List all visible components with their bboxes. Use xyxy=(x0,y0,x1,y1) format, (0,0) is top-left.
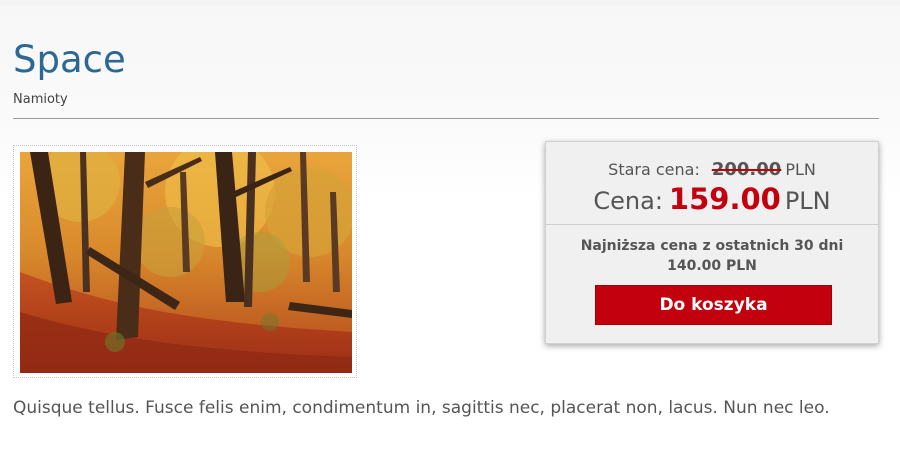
lowest-price-value: 140.00 PLN xyxy=(667,258,757,274)
price-box: Stara cena: 200.00 PLN Cena: 159.00 PLN Najn… xyxy=(545,141,879,344)
header-divider xyxy=(13,118,879,119)
price-currency: PLN xyxy=(784,187,831,215)
product-image[interactable] xyxy=(20,152,352,373)
lowest-price-text: Najniższa cena z ostatnich 30 dni xyxy=(580,238,844,254)
price-value: 159.00 xyxy=(668,182,781,216)
add-to-cart-button[interactable]: Do koszyka xyxy=(595,285,832,325)
product-page: Space Namioty Stara cena: 200.00 PLN Cen… xyxy=(0,0,900,455)
price-label: Cena: xyxy=(593,187,663,215)
old-price-label: Stara cena: xyxy=(608,160,700,179)
category-link[interactable]: Namioty xyxy=(13,92,68,107)
page-title: Space xyxy=(13,38,126,81)
old-price-row: Stara cena: 200.00 PLN xyxy=(546,159,878,180)
lowest-price-note: Najniższa cena z ostatnich 30 dni 140.00… xyxy=(556,236,868,276)
old-price-currency: PLN xyxy=(785,160,816,179)
product-image-frame[interactable] xyxy=(13,145,357,378)
price-box-divider xyxy=(546,224,878,225)
old-price-value: 200.00 xyxy=(711,159,782,180)
price-row: Cena: 159.00 PLN xyxy=(546,182,878,216)
product-description: Quisque tellus. Fusce felis enim, condim… xyxy=(13,398,830,418)
